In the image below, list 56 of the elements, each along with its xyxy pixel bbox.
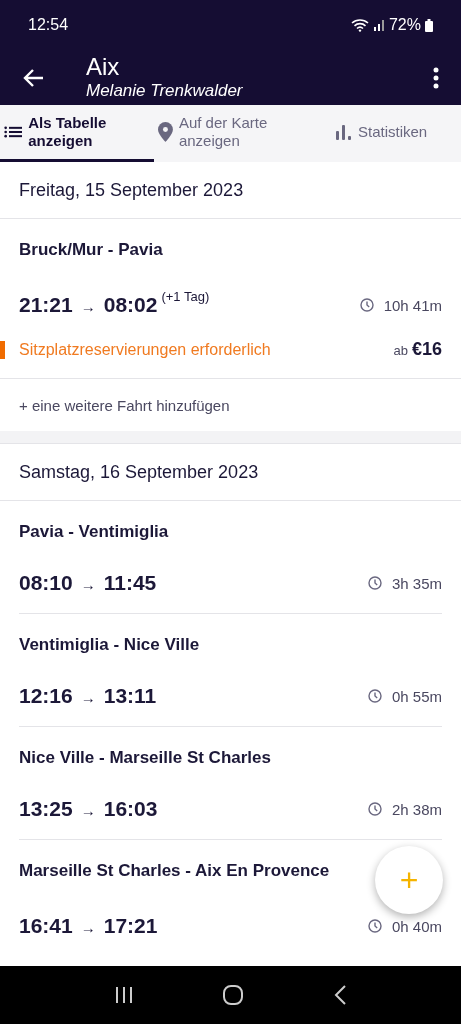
trip-title: Aix [86,53,121,80]
arrival-time: 16:03 [103,797,158,821]
route-name: Bruck/Mur - Pavia [19,239,163,261]
duration: 0h 55m [391,687,442,705]
list-icon [4,124,23,140]
more-options-icon[interactable] [433,66,439,89]
duration: 2h 38m [391,800,442,818]
departure-time: 08:10 [19,571,73,595]
back-arrow-icon[interactable] [22,67,44,88]
day-heading: Freitag, 15 September 2023 [19,179,244,201]
arrow-glyph: → [80,919,96,936]
clock-icon [367,919,382,933]
warning-marker [0,340,5,359]
location-pin-icon [158,120,173,144]
departure-time: 12:16 [19,684,73,708]
route-name: Ventimiglia - Nice Ville [19,634,200,656]
arrival-time: 08:02 [103,293,158,317]
arrow-glyph: → [80,802,96,819]
view-tab[interactable]: Als Tabelle anzeigen [0,105,154,162]
view-tab[interactable]: Statistiken [310,105,461,162]
arrow-glyph: → [80,576,96,593]
arrival-time: 13:11 [103,684,157,708]
departure-time: 21:21 [19,293,73,317]
duration: 10h 41m [383,296,442,314]
wifi-icon [350,18,369,32]
route-name: Marseille St Charles - Aix En Provence [19,860,330,882]
duration: 3h 35m [391,574,442,592]
view-tab[interactable]: Auf der Karte anzeigen [154,105,310,162]
signal-icon [372,19,385,31]
departure-time: 16:41 [19,914,73,938]
battery-icon [425,18,433,32]
clock-icon [367,576,382,590]
clock-icon [367,802,382,816]
clock-icon [359,298,374,312]
arrival-time: 17:21 [103,914,158,938]
departure-time: 13:25 [19,797,73,821]
status-time: 12:54 [28,16,69,34]
clock-icon [367,689,382,703]
back-icon[interactable] [333,985,346,1005]
arrow-glyph: → [80,689,96,706]
price: €16 [411,339,442,360]
home-icon[interactable] [223,985,244,1005]
battery-level: 72% [388,16,421,34]
route-name: Nice Ville - Marseille St Charles [19,747,271,769]
bar-chart-icon [336,124,352,140]
arrow-glyph: → [80,298,96,315]
route-name: Pavia - Ventimiglia [19,521,169,543]
recent-apps-icon[interactable] [115,987,134,1003]
add-trip-link[interactable]: + eine weitere Fahrt hinzufügen [19,396,230,414]
day-heading: Samstag, 16 September 2023 [19,461,259,483]
arrival-time: 11:45 [103,571,157,595]
traveler-name: Melanie Trenkwalder [86,79,244,102]
price-prefix: ab [393,343,408,358]
reservation-notice: Sitzplatzreservierungen erforderlich [19,340,272,359]
next-day-note: (+1 Tag) [161,289,210,304]
duration: 0h 40m [391,917,442,935]
